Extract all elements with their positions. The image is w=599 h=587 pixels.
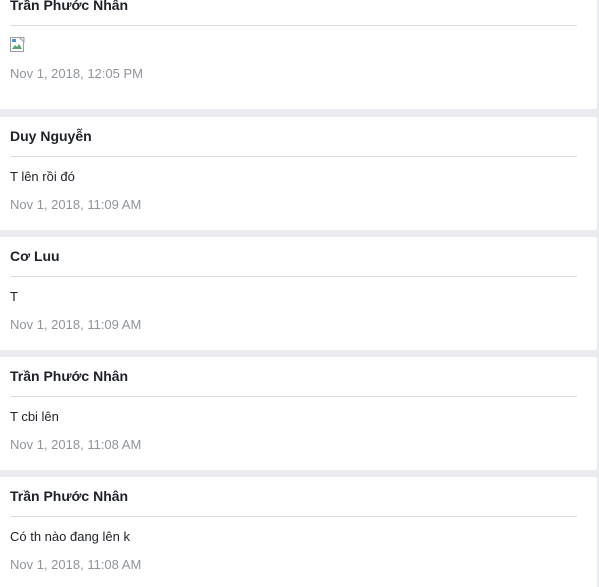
message-content <box>10 37 587 55</box>
message-card: Trần Phước Nhân Nov 1, 2018, 12:05 PM <box>0 0 597 109</box>
message-content: Có th nào đang lên k <box>10 529 130 544</box>
message-content: T cbi lên <box>10 409 59 424</box>
message-card: Duy Nguyễn T lên rồi đó Nov 1, 2018, 11:… <box>0 117 597 230</box>
message-timestamp[interactable]: Nov 1, 2018, 11:08 AM <box>10 556 587 574</box>
message-feed[interactable]: Trần Phước Nhân Nov 1, 2018, 12:05 PM Du… <box>0 0 599 587</box>
message-card: Trần Phước Nhân T cbi lên Nov 1, 2018, 1… <box>0 357 597 470</box>
message-sender[interactable]: Cơ Luu <box>10 237 577 277</box>
message-sender[interactable]: Duy Nguyễn <box>10 117 577 157</box>
broken-image-icon[interactable] <box>10 37 26 53</box>
message-sender[interactable]: Trần Phước Nhân <box>10 357 577 397</box>
message-content: T lên rồi đó <box>10 169 75 184</box>
message-sender[interactable]: Trần Phước Nhân <box>10 0 577 26</box>
message-card: Trần Phước Nhân Có th nào đang lên k Nov… <box>0 477 597 587</box>
message-card: Cơ Luu T Nov 1, 2018, 11:09 AM <box>0 237 597 350</box>
message-timestamp[interactable]: Nov 1, 2018, 12:05 PM <box>10 65 587 83</box>
message-timestamp[interactable]: Nov 1, 2018, 11:08 AM <box>10 436 587 454</box>
message-timestamp[interactable]: Nov 1, 2018, 11:09 AM <box>10 316 587 334</box>
message-sender[interactable]: Trần Phước Nhân <box>10 477 577 517</box>
message-timestamp[interactable]: Nov 1, 2018, 11:09 AM <box>10 196 587 214</box>
message-content: T <box>10 289 18 304</box>
